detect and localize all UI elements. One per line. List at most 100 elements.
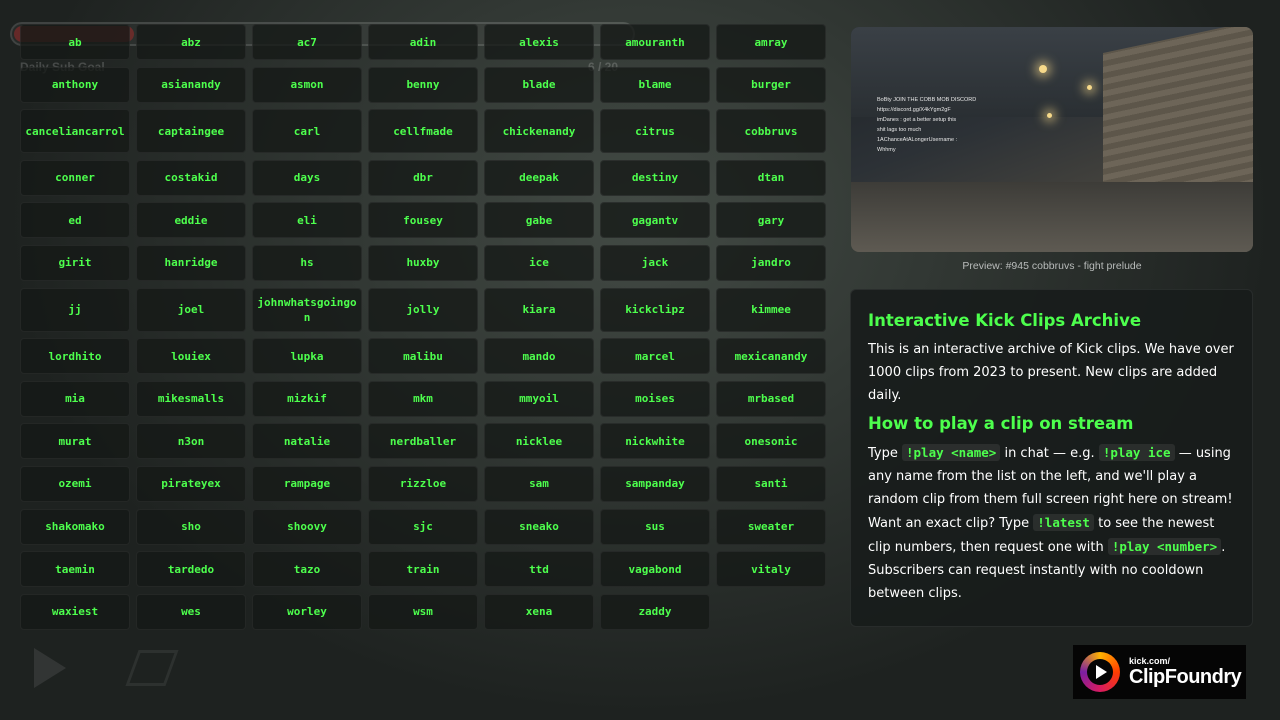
name-button-mia[interactable]: mia <box>20 380 130 417</box>
name-button-adin[interactable]: adin <box>368 24 478 60</box>
name-button-eli[interactable]: eli <box>252 202 362 239</box>
name-button-blame[interactable]: blame <box>600 66 710 103</box>
name-button-benny[interactable]: benny <box>368 66 478 103</box>
name-button-nickwhite[interactable]: nickwhite <box>600 423 710 460</box>
name-button-n3on[interactable]: n3on <box>136 423 246 460</box>
name-button-tardedo[interactable]: tardedo <box>136 551 246 588</box>
name-button-cellfmade[interactable]: cellfmade <box>368 109 478 154</box>
name-button-alexis[interactable]: alexis <box>484 24 594 60</box>
name-button-waxiest[interactable]: waxiest <box>20 593 130 630</box>
name-button-canceliancarrol[interactable]: canceliancarrol <box>20 109 130 154</box>
name-button-huxby[interactable]: huxby <box>368 244 478 281</box>
name-button-carl[interactable]: carl <box>252 109 362 154</box>
name-button-hanridge[interactable]: hanridge <box>136 244 246 281</box>
name-button-ac7[interactable]: ac7 <box>252 24 362 60</box>
name-button-dtan[interactable]: dtan <box>716 159 826 196</box>
name-button-jack[interactable]: jack <box>600 244 710 281</box>
name-button-eddie[interactable]: eddie <box>136 202 246 239</box>
name-button-citrus[interactable]: citrus <box>600 109 710 154</box>
name-button-destiny[interactable]: destiny <box>600 159 710 196</box>
name-button-onesonic[interactable]: onesonic <box>716 423 826 460</box>
name-button-zaddy[interactable]: zaddy <box>600 593 710 630</box>
name-button-jj[interactable]: jj <box>20 287 130 332</box>
name-button-deepak[interactable]: deepak <box>484 159 594 196</box>
name-button-taemin[interactable]: taemin <box>20 551 130 588</box>
name-button-shoovy[interactable]: shoovy <box>252 508 362 545</box>
name-button-rizzloe[interactable]: rizzloe <box>368 465 478 502</box>
name-button-kiara[interactable]: kiara <box>484 287 594 332</box>
name-button-asmon[interactable]: asmon <box>252 66 362 103</box>
name-button-vitaly[interactable]: vitaly <box>716 551 826 588</box>
name-button-days[interactable]: days <box>252 159 362 196</box>
name-button-sampanday[interactable]: sampanday <box>600 465 710 502</box>
name-button-amray[interactable]: amray <box>716 24 826 60</box>
name-button-malibu[interactable]: malibu <box>368 338 478 375</box>
name-button-mmyoil[interactable]: mmyoil <box>484 380 594 417</box>
command-latest: !latest <box>1033 514 1094 531</box>
name-button-mando[interactable]: mando <box>484 338 594 375</box>
name-button-natalie[interactable]: natalie <box>252 423 362 460</box>
name-button-cobbruvs[interactable]: cobbruvs <box>716 109 826 154</box>
name-button-rampage[interactable]: rampage <box>252 465 362 502</box>
name-button-mizkif[interactable]: mizkif <box>252 380 362 417</box>
name-button-ttd[interactable]: ttd <box>484 551 594 588</box>
name-button-worley[interactable]: worley <box>252 593 362 630</box>
name-button-mexicanandy[interactable]: mexicanandy <box>716 338 826 375</box>
name-button-vagabond[interactable]: vagabond <box>600 551 710 588</box>
name-button-dbr[interactable]: dbr <box>368 159 478 196</box>
name-button-marcel[interactable]: marcel <box>600 338 710 375</box>
name-button-gabe[interactable]: gabe <box>484 202 594 239</box>
name-button-louiex[interactable]: louiex <box>136 338 246 375</box>
name-button-sho[interactable]: sho <box>136 508 246 545</box>
name-button-pirateyex[interactable]: pirateyex <box>136 465 246 502</box>
name-button-fousey[interactable]: fousey <box>368 202 478 239</box>
name-button-sweater[interactable]: sweater <box>716 508 826 545</box>
name-button-joel[interactable]: joel <box>136 287 246 332</box>
name-button-amouranth[interactable]: amouranth <box>600 24 710 60</box>
name-button-murat[interactable]: murat <box>20 423 130 460</box>
name-button-train[interactable]: train <box>368 551 478 588</box>
name-button-captaingee[interactable]: captaingee <box>136 109 246 154</box>
name-button-tazo[interactable]: tazo <box>252 551 362 588</box>
name-button-jolly[interactable]: jolly <box>368 287 478 332</box>
name-button-moises[interactable]: moises <box>600 380 710 417</box>
name-button-mikesmalls[interactable]: mikesmalls <box>136 380 246 417</box>
name-button-johnwhatsgoingon[interactable]: johnwhatsgoingon <box>252 287 362 332</box>
name-button-anthony[interactable]: anthony <box>20 66 130 103</box>
name-button-blade[interactable]: blade <box>484 66 594 103</box>
name-button-burger[interactable]: burger <box>716 66 826 103</box>
name-button-abz[interactable]: abz <box>136 24 246 60</box>
name-button-kimmee[interactable]: kimmee <box>716 287 826 332</box>
name-button-mkm[interactable]: mkm <box>368 380 478 417</box>
name-button-hs[interactable]: hs <box>252 244 362 281</box>
name-button-lordhito[interactable]: lordhito <box>20 338 130 375</box>
name-button-sam[interactable]: sam <box>484 465 594 502</box>
name-button-jandro[interactable]: jandro <box>716 244 826 281</box>
name-button-kickclipz[interactable]: kickclipz <box>600 287 710 332</box>
name-button-chickenandy[interactable]: chickenandy <box>484 109 594 154</box>
name-button-wsm[interactable]: wsm <box>368 593 478 630</box>
name-button-mrbased[interactable]: mrbased <box>716 380 826 417</box>
name-button-ozemi[interactable]: ozemi <box>20 465 130 502</box>
name-button-ice[interactable]: ice <box>484 244 594 281</box>
name-button-costakid[interactable]: costakid <box>136 159 246 196</box>
name-button-gagantv[interactable]: gagantv <box>600 202 710 239</box>
name-button-asianandy[interactable]: asianandy <box>136 66 246 103</box>
name-button-ed[interactable]: ed <box>20 202 130 239</box>
name-button-gary[interactable]: gary <box>716 202 826 239</box>
name-button-conner[interactable]: conner <box>20 159 130 196</box>
name-button-lupka[interactable]: lupka <box>252 338 362 375</box>
name-button-nicklee[interactable]: nicklee <box>484 423 594 460</box>
name-button-nerdballer[interactable]: nerdballer <box>368 423 478 460</box>
name-button-shakomako[interactable]: shakomako <box>20 508 130 545</box>
name-button-sus[interactable]: sus <box>600 508 710 545</box>
name-button-ab[interactable]: ab <box>20 24 130 60</box>
name-button-santi[interactable]: santi <box>716 465 826 502</box>
clip-preview-video[interactable]: BoBty JOIN THE COBB MOB DISCORD https://d… <box>851 27 1253 252</box>
name-button-sneako[interactable]: sneako <box>484 508 594 545</box>
name-button-girit[interactable]: girit <box>20 244 130 281</box>
name-button-sjc[interactable]: sjc <box>368 508 478 545</box>
name-button-wes[interactable]: wes <box>136 593 246 630</box>
name-button-xena[interactable]: xena <box>484 593 594 630</box>
archive-heading: Interactive Kick Clips Archive <box>868 311 1142 330</box>
